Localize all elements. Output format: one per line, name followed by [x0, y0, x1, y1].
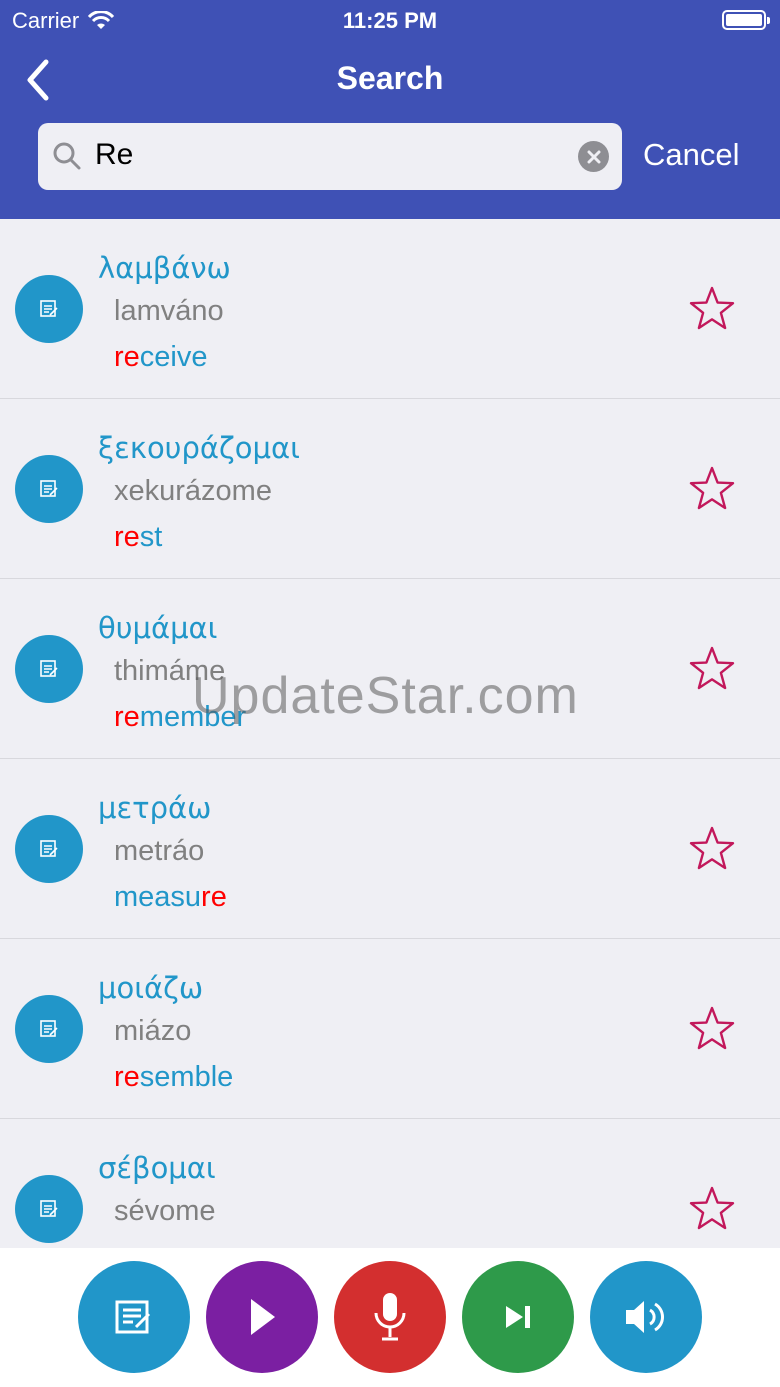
note-icon-badge — [15, 815, 83, 883]
clear-search-button[interactable] — [578, 141, 609, 172]
search-match-highlight: re — [114, 701, 140, 733]
transliteration: sévome — [114, 1195, 216, 1227]
greek-word: λαμβάνω — [98, 251, 231, 285]
greek-word: μοιάζω — [98, 971, 204, 1005]
search-match-highlight: re — [114, 1061, 140, 1093]
english-translation: rest — [114, 521, 162, 554]
favorite-star-icon[interactable] — [688, 1185, 736, 1233]
speaker-icon — [626, 1301, 665, 1333]
results-list: λαμβάνω lamváno receive ξεκουράζομαι xek… — [0, 219, 780, 1248]
edit-icon — [115, 1300, 151, 1334]
search-match-highlight: re — [201, 881, 227, 913]
greek-word: θυμάμαι — [98, 611, 218, 645]
note-icon — [40, 840, 58, 857]
favorite-star-icon[interactable] — [688, 285, 736, 333]
microphone-button[interactable] — [334, 1261, 446, 1373]
notes-button[interactable] — [78, 1261, 190, 1373]
transliteration: thimáme — [114, 655, 226, 687]
note-icon — [40, 1200, 58, 1217]
favorite-star-icon[interactable] — [688, 825, 736, 873]
bottom-toolbar — [0, 1248, 780, 1387]
search-icon — [53, 142, 81, 170]
navigation-header: Search Re Cancel — [0, 40, 780, 219]
skip-next-icon — [506, 1306, 530, 1328]
note-icon-badge — [15, 455, 83, 523]
list-item[interactable]: θυμάμαι thimáme remember — [0, 579, 780, 759]
transliteration: xekurázome — [114, 475, 272, 507]
english-prefix: measu — [114, 881, 202, 913]
english-translation: resemble — [114, 1061, 233, 1094]
greek-word: μετράω — [98, 791, 212, 825]
note-icon-badge — [15, 995, 83, 1063]
english-suffix: member — [139, 701, 247, 733]
greek-word: ξεκουράζομαι — [98, 431, 300, 465]
note-icon — [40, 1020, 58, 1037]
battery-icon — [722, 10, 770, 30]
transliteration: miázo — [114, 1015, 192, 1047]
cancel-button[interactable]: Cancel — [643, 137, 740, 173]
note-icon — [40, 480, 58, 497]
english-suffix: semble — [139, 1061, 234, 1093]
list-item[interactable]: ξεκουράζομαι xekurázome rest — [0, 399, 780, 579]
note-icon-badge — [15, 635, 83, 703]
search-input[interactable]: Re — [38, 123, 622, 190]
transliteration: metráo — [114, 835, 205, 867]
favorite-star-icon[interactable] — [688, 1005, 736, 1053]
microphone-icon — [374, 1293, 406, 1341]
search-input-value: Re — [95, 138, 134, 171]
list-item[interactable]: σέβομαι sévome — [0, 1119, 780, 1248]
note-icon — [40, 660, 58, 677]
list-item[interactable]: μοιάζω miázo resemble — [0, 939, 780, 1119]
search-match-highlight: re — [114, 341, 140, 373]
english-suffix: ceive — [139, 341, 208, 373]
play-button[interactable] — [206, 1261, 318, 1373]
list-item[interactable]: μετράω metráo measure — [0, 759, 780, 939]
english-translation: measure — [114, 881, 227, 914]
clear-icon — [587, 150, 600, 163]
english-translation: receive — [114, 341, 208, 374]
note-icon — [40, 300, 58, 317]
page-title: Search — [336, 60, 444, 96]
status-time: 11:25 PM — [342, 8, 438, 33]
greek-word: σέβομαι — [98, 1151, 216, 1185]
status-bar: Carrier 11:25 PM — [0, 0, 780, 40]
note-icon-badge — [15, 275, 83, 343]
note-icon-badge — [15, 1175, 83, 1243]
english-translation: remember — [114, 701, 246, 734]
skip-next-button[interactable] — [462, 1261, 574, 1373]
search-match-highlight: re — [114, 521, 140, 553]
list-item[interactable]: λαμβάνω lamváno receive — [0, 219, 780, 399]
favorite-star-icon[interactable] — [688, 465, 736, 513]
english-suffix: st — [139, 521, 163, 553]
play-icon — [251, 1299, 275, 1335]
transliteration: lamváno — [114, 295, 224, 327]
speaker-button[interactable] — [590, 1261, 702, 1373]
favorite-star-icon[interactable] — [688, 645, 736, 693]
